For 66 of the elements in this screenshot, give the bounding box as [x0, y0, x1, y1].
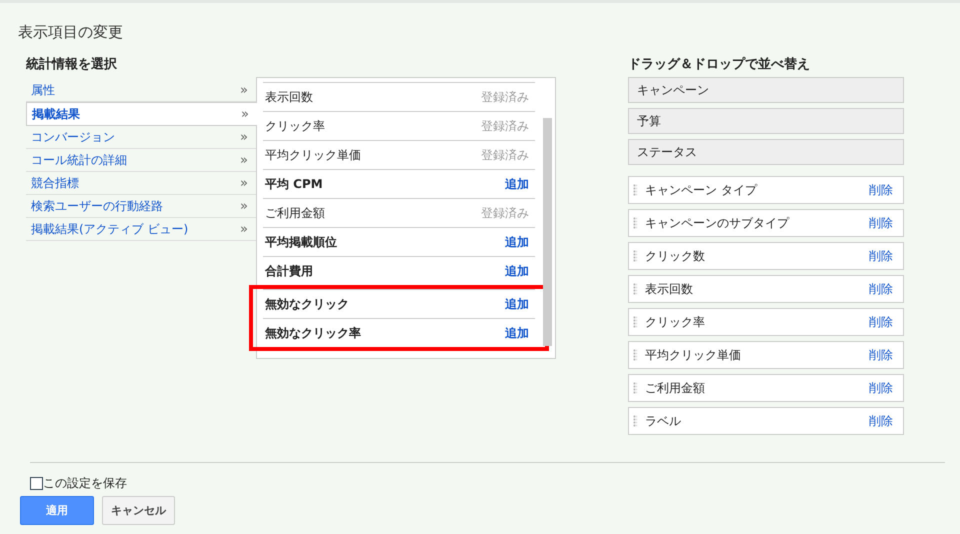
add-link[interactable]: 追加	[505, 324, 529, 342]
section-heading: 統計情報を選択	[26, 56, 118, 74]
column-name: 表示回数	[645, 280, 693, 298]
column-item[interactable]: ご利用金額 削除	[628, 374, 904, 402]
remove-link[interactable]: 削除	[869, 248, 893, 264]
metric-name: 表示回数	[265, 88, 313, 106]
registered-label: 登録済み	[481, 118, 529, 134]
registered-label: 登録済み	[481, 88, 529, 106]
drag-handle-icon[interactable]	[633, 382, 637, 394]
drag-handle-icon[interactable]	[633, 184, 637, 196]
save-checkbox[interactable]	[30, 477, 43, 490]
add-link[interactable]: 追加	[505, 176, 529, 192]
column-name: キャンペーンのサブタイプ	[645, 214, 789, 232]
metric-name: 無効なクリック	[265, 296, 349, 312]
column-item[interactable]: 平均クリック単価 削除	[628, 341, 904, 369]
fixed-column: ステータス	[628, 139, 904, 165]
checkbox-label: この設定を保存	[43, 475, 127, 492]
category-item[interactable]: 競合指標 »	[26, 172, 256, 195]
column-name: 平均クリック単価	[645, 346, 741, 364]
fixed-column: キャンペーン	[628, 77, 904, 103]
column-item[interactable]: 表示回数 削除	[628, 275, 904, 303]
metric-name: クリック率	[265, 118, 325, 134]
category-item[interactable]: 掲載結果(アクティブ ビュー) »	[26, 218, 256, 241]
column-name: クリック率	[645, 314, 705, 330]
column-item[interactable]: クリック数 削除	[628, 242, 904, 270]
column-item[interactable]: キャンペーン タイプ 削除	[628, 176, 904, 204]
remove-link[interactable]: 削除	[869, 182, 893, 198]
metric-name: 無効なクリック率	[265, 324, 361, 342]
fixed-column: 予算	[628, 108, 904, 134]
drag-handle-icon[interactable]	[633, 283, 637, 295]
registered-label: 登録済み	[481, 204, 529, 222]
drag-handle-icon[interactable]	[633, 316, 637, 328]
remove-link[interactable]: 削除	[869, 346, 893, 364]
category-item[interactable]: コンバージョン »	[26, 126, 256, 149]
registered-label: 登録済み	[481, 146, 529, 164]
column-item[interactable]: キャンペーンのサブタイプ 削除	[628, 209, 904, 237]
drag-handle-icon[interactable]	[633, 349, 637, 361]
column-name: クリック数	[645, 248, 705, 264]
add-link[interactable]: 追加	[505, 296, 529, 312]
column-name: ご利用金額	[645, 380, 705, 396]
remove-link[interactable]: 削除	[869, 412, 893, 430]
column-name: ラベル	[645, 412, 681, 430]
category-item[interactable]: 掲載結果 »	[26, 102, 257, 126]
drag-handle-icon[interactable]	[633, 415, 637, 427]
metric-name: 平均クリック単価	[265, 146, 361, 164]
drag-handle-icon[interactable]	[633, 217, 637, 229]
metric-name: 合計費用	[265, 262, 313, 280]
category-item[interactable]: 検索ユーザーの行動経路 »	[26, 195, 256, 218]
column-item[interactable]: ラベル 削除	[628, 407, 904, 435]
remove-link[interactable]: 削除	[869, 314, 893, 330]
drag-handle-icon[interactable]	[633, 250, 637, 262]
add-link[interactable]: 追加	[505, 234, 529, 250]
cancel-button[interactable]: キャンセル	[102, 496, 175, 525]
add-link[interactable]: 追加	[505, 262, 529, 280]
metric-name: ご利用金額	[265, 204, 325, 222]
remove-link[interactable]: 削除	[869, 214, 893, 232]
dialog-title: 表示項目の変更	[18, 23, 124, 43]
section-heading: ドラッグ＆ドロップで並べ替え	[628, 56, 811, 74]
metric-name: 平均 CPM	[265, 176, 323, 192]
category-item[interactable]: コール統計の詳細 »	[26, 149, 256, 172]
metric-name: 平均掲載順位	[265, 234, 337, 250]
remove-link[interactable]: 削除	[869, 280, 893, 298]
column-item[interactable]: クリック率 削除	[628, 308, 904, 336]
column-name: キャンペーン タイプ	[645, 182, 757, 198]
scrollbar-thumb[interactable]	[543, 118, 552, 346]
remove-link[interactable]: 削除	[869, 380, 893, 396]
